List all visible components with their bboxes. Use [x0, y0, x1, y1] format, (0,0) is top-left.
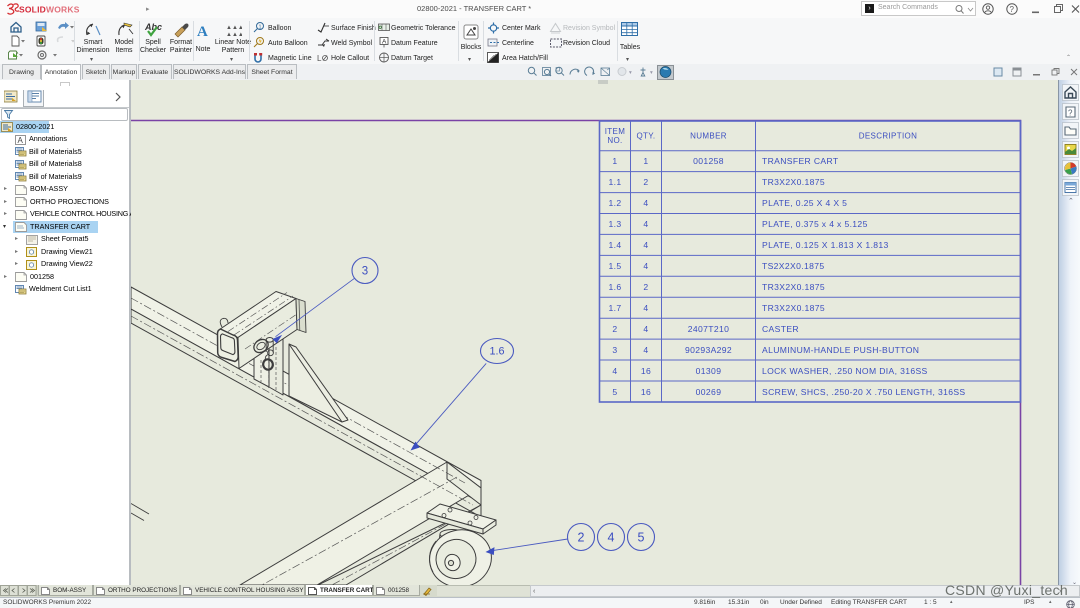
- svg-text:3: 3: [362, 266, 368, 278]
- svg-text:1.5: 1.5: [609, 261, 622, 271]
- svg-text:1.2: 1.2: [609, 198, 622, 208]
- svg-text:TR3X2X0.1875: TR3X2X0.1875: [762, 303, 825, 313]
- svg-text:00269: 00269: [696, 387, 722, 397]
- svg-text:5: 5: [612, 387, 617, 397]
- svg-text:4: 4: [643, 261, 648, 271]
- svg-text:4: 4: [612, 366, 617, 376]
- svg-text:NO.: NO.: [607, 136, 622, 145]
- svg-text:1: 1: [612, 156, 617, 166]
- svg-text:TRANSFER CART: TRANSFER CART: [762, 156, 839, 166]
- svg-text:001258: 001258: [693, 156, 724, 166]
- svg-text:PLATE, 0.375 x 4 x 5.125: PLATE, 0.375 x 4 x 5.125: [762, 219, 868, 229]
- svg-text:▾: ▾: [629, 70, 632, 76]
- svg-text:3: 3: [612, 345, 617, 355]
- svg-text:A: A: [382, 39, 387, 46]
- svg-text:4: 4: [643, 198, 648, 208]
- svg-text:PLATE, 0.25 X 4 X 5: PLATE, 0.25 X 4 X 5: [762, 198, 847, 208]
- svg-text:1.6: 1.6: [609, 282, 622, 292]
- svg-text:A: A: [197, 24, 208, 38]
- svg-text:16: 16: [641, 366, 651, 376]
- svg-text:4: 4: [643, 303, 648, 313]
- svg-text:4: 4: [643, 240, 648, 250]
- svg-text:16: 16: [641, 387, 651, 397]
- svg-text:ALUMINUM-HANDLE PUSH-BUTTON: ALUMINUM-HANDLE PUSH-BUTTON: [762, 345, 919, 355]
- svg-text:PLATE, 0.125 X 1.813 X 1.813: PLATE, 0.125 X 1.813 X 1.813: [762, 240, 889, 250]
- svg-text:?: ?: [1010, 5, 1015, 14]
- svg-text:2: 2: [612, 324, 617, 334]
- svg-text:4: 4: [643, 324, 648, 334]
- svg-text:1: 1: [643, 156, 648, 166]
- svg-text:CASTER: CASTER: [762, 324, 799, 334]
- svg-text:5: 5: [638, 531, 645, 545]
- svg-text:2: 2: [578, 531, 585, 545]
- svg-text:⌃: ⌃: [1068, 197, 1074, 204]
- svg-text:1.1: 1.1: [609, 177, 622, 187]
- svg-text:1: 1: [259, 24, 262, 30]
- svg-text:SOLIDWORKS: SOLIDWORKS: [19, 5, 80, 15]
- svg-text:TR3X2X0.1875: TR3X2X0.1875: [762, 177, 825, 187]
- svg-text:4: 4: [643, 219, 648, 229]
- svg-text:1.3: 1.3: [609, 219, 622, 229]
- svg-text:A: A: [18, 136, 24, 145]
- svg-text:▲▲▲: ▲▲▲: [226, 32, 242, 37]
- svg-text:1.7: 1.7: [609, 303, 622, 313]
- svg-text:NUMBER: NUMBER: [690, 132, 727, 141]
- svg-text:▲▲▲: ▲▲▲: [226, 25, 242, 31]
- svg-text:2: 2: [643, 282, 648, 292]
- svg-text:2: 2: [643, 177, 648, 187]
- svg-text:DESCRIPTION: DESCRIPTION: [859, 132, 918, 141]
- svg-text:TR3X2X0.1875: TR3X2X0.1875: [762, 282, 825, 292]
- svg-text:1.6: 1.6: [489, 346, 504, 358]
- svg-text:SCREW, SHCS, .250-20 X .750 LE: SCREW, SHCS, .250-20 X .750 LENGTH, 316S…: [762, 387, 966, 397]
- svg-text:?: ?: [1068, 109, 1073, 118]
- svg-text:90293A292: 90293A292: [685, 345, 732, 355]
- svg-text:TS2X2X0.1875: TS2X2X0.1875: [762, 261, 825, 271]
- svg-text:▾: ▾: [650, 70, 653, 76]
- svg-text:QTY.: QTY.: [636, 132, 655, 141]
- svg-text:4: 4: [608, 531, 615, 545]
- svg-text:LOCK WASHER, .250 NOM DIA, 316: LOCK WASHER, .250 NOM DIA, 316SS: [762, 366, 928, 376]
- svg-text:01309: 01309: [696, 366, 722, 376]
- svg-text:L: L: [317, 54, 322, 63]
- svg-text:2407T210: 2407T210: [688, 324, 730, 334]
- svg-text:ITEM: ITEM: [605, 127, 626, 136]
- svg-text:1.4: 1.4: [609, 240, 622, 250]
- svg-text:4: 4: [643, 345, 648, 355]
